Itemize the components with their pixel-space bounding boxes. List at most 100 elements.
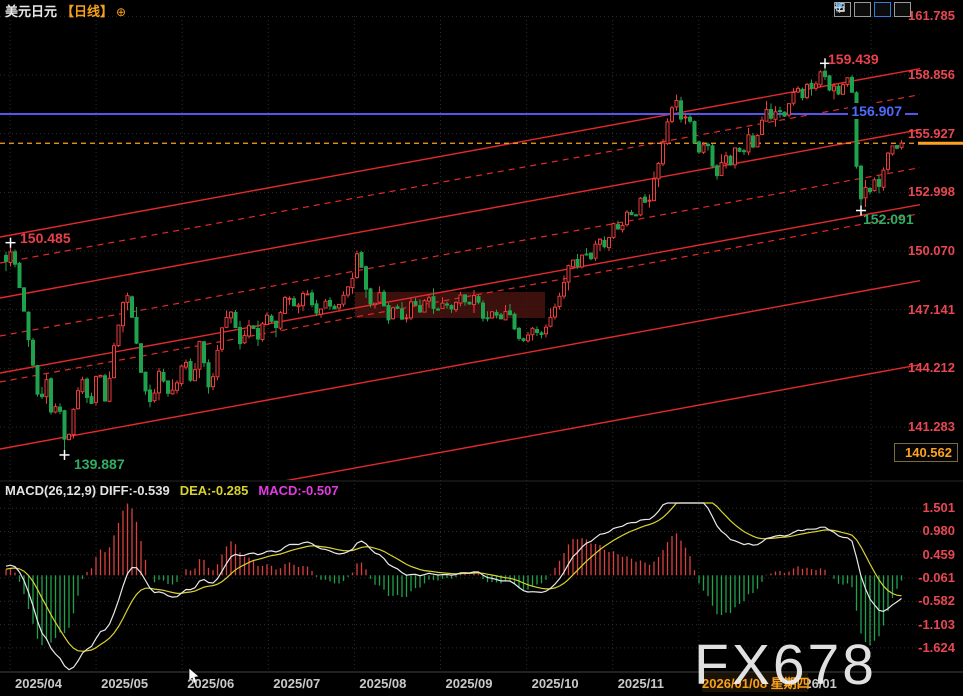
candle-body	[266, 315, 269, 324]
macd-dea-line	[6, 503, 902, 651]
candle-body	[122, 303, 125, 326]
candle-body	[225, 317, 228, 327]
chart-canvas[interactable]	[0, 0, 963, 696]
candle-body	[59, 407, 62, 411]
candle-body	[810, 83, 813, 87]
date-axis-tick: 2025/05	[101, 676, 148, 691]
candle-body	[824, 71, 827, 76]
candle-body	[518, 328, 521, 338]
swing-high-label-1: 150.485	[20, 230, 71, 246]
date-axis-tick: 2025/10	[532, 676, 579, 691]
candle-body	[149, 390, 152, 402]
candle-body	[626, 212, 629, 225]
candle-body	[635, 215, 638, 216]
candle-body	[545, 327, 548, 334]
flag-tool-button[interactable]	[874, 2, 891, 17]
candle-body	[113, 346, 116, 378]
exit-tool-button[interactable]	[894, 2, 911, 17]
macd-axis-tick: 0.980	[865, 523, 955, 538]
watermark: FX678	[694, 632, 877, 696]
candle-body	[45, 380, 48, 397]
channel-line-solid[interactable]	[0, 205, 920, 373]
chart-toolbar	[834, 2, 911, 17]
candle-body	[639, 198, 642, 215]
candle-body	[549, 317, 552, 326]
macd-title: MACD(26,12,9) DIFF:-0.539	[5, 483, 170, 498]
candle-body	[302, 293, 305, 305]
candle-body	[581, 255, 584, 267]
candle-body	[158, 371, 161, 393]
candle-body	[819, 72, 822, 85]
candle-body	[428, 298, 431, 301]
candle-body	[891, 146, 894, 154]
candle-body	[243, 336, 246, 343]
candle-body	[459, 295, 462, 303]
candle-body	[522, 339, 525, 341]
candle-body	[716, 166, 719, 176]
candle-body	[63, 411, 66, 440]
macd-axis-tick: 0.459	[865, 547, 955, 562]
candle-body	[90, 397, 93, 404]
candle-body	[603, 240, 606, 246]
candle-body	[230, 312, 233, 318]
candle-body	[693, 122, 696, 143]
channel-line-dashed[interactable]	[0, 95, 920, 263]
candle-body	[851, 77, 854, 92]
add-indicator-icon[interactable]: ⊕	[116, 5, 126, 19]
candle-body	[68, 434, 71, 439]
candle-body	[234, 312, 237, 327]
candle-body	[365, 267, 368, 289]
candle-body	[414, 301, 417, 305]
candle-body	[288, 298, 291, 299]
channel-line-solid[interactable]	[0, 130, 920, 298]
macd-axis-tick: -0.582	[865, 593, 955, 608]
candle-body	[774, 112, 777, 120]
price-axis-tick: 147.141	[865, 302, 955, 317]
candle-body	[194, 370, 197, 381]
candle-body	[162, 372, 165, 381]
candle-body	[338, 304, 341, 308]
candle-body	[491, 312, 494, 318]
candle-body	[167, 381, 170, 393]
candle-body	[770, 109, 773, 118]
candle-body	[536, 329, 539, 332]
candle-body	[189, 361, 192, 380]
axis-scale-tool-button[interactable]	[854, 2, 871, 17]
candle-body	[765, 110, 768, 122]
macd-axis-tick: 1.501	[865, 500, 955, 515]
price-axis-tick: 141.283	[865, 419, 955, 434]
candle-body	[5, 255, 8, 261]
candle-body	[594, 244, 597, 258]
candle-body	[860, 166, 863, 199]
candle-body	[392, 308, 395, 319]
candle-body	[504, 312, 507, 320]
candle-body	[378, 293, 381, 302]
candle-body	[900, 143, 903, 147]
candle-body	[743, 151, 746, 152]
candle-body	[788, 104, 791, 115]
candle-body	[117, 325, 120, 345]
channel-line-solid[interactable]	[0, 69, 920, 237]
price-axis-tick: 144.212	[865, 360, 955, 375]
candle-body	[356, 254, 359, 278]
candle-body	[797, 88, 800, 92]
candle-body	[410, 302, 413, 318]
candle-body	[662, 143, 665, 164]
candle-body	[500, 315, 503, 319]
candle-body	[527, 335, 530, 341]
candle-body	[360, 253, 363, 268]
candle-body	[450, 306, 453, 309]
candle-body	[477, 297, 480, 303]
candle-body	[306, 294, 309, 295]
candle-body	[711, 146, 714, 166]
candle-body	[180, 366, 183, 383]
candle-body	[342, 295, 345, 304]
candle-body	[86, 379, 89, 397]
date-axis-tick: 2025/09	[446, 676, 493, 691]
candle-body	[374, 303, 377, 304]
candle-body	[275, 321, 278, 327]
title-bar: 美元日元【日线】⊕	[5, 1, 126, 15]
candle-body	[252, 326, 255, 329]
swing-cross-marker	[60, 450, 70, 460]
candle-body	[495, 312, 498, 315]
